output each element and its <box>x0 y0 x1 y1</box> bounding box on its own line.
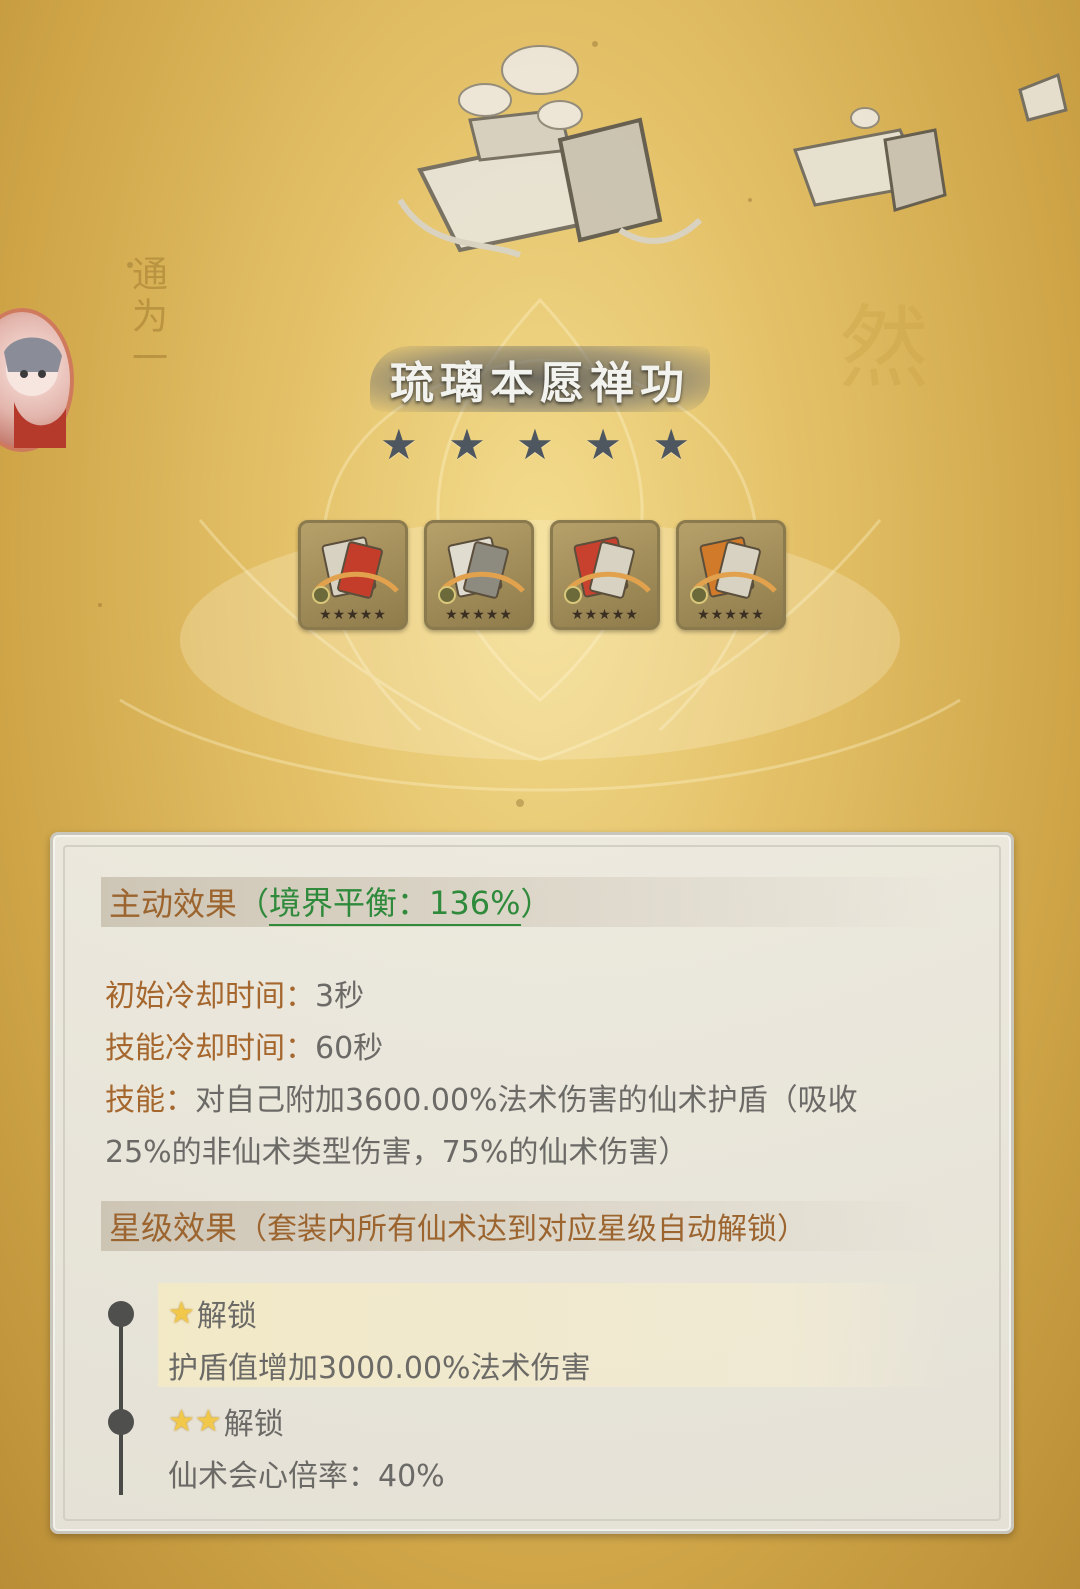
timeline-dot <box>108 1301 134 1327</box>
skill-star-rating: ★ ★ ★ ★ ★ <box>380 420 690 470</box>
realm-balance-link[interactable]: 境界平衡：136% <box>269 878 521 926</box>
artifact-illustration <box>397 45 703 258</box>
skill-desc-2: 25%的非仙术类型伤害，75%的仙术伤害） <box>105 1135 689 1170</box>
skill-desc-line-2: 25%的非仙术类型伤害，75%的仙术伤害） <box>105 1127 688 1171</box>
star-icon: ★ <box>584 420 622 469</box>
star-effect-header: 星级效果 （套装内所有仙术达到对应星级自动解锁） <box>101 1201 951 1251</box>
paren-close: ） <box>520 885 553 923</box>
skill-cooldown-label: 技能冷却时间： <box>105 1031 315 1066</box>
star-icon: ★ <box>380 420 418 469</box>
skill-cooldown-value: 60秒 <box>315 1031 384 1066</box>
scroll-item-icon <box>312 536 399 604</box>
skill-cooldown-line: 技能冷却时间：60秒 <box>105 1023 383 1067</box>
initial-cooldown-value: 3秒 <box>315 979 365 1014</box>
set-item-3[interactable]: ★★★★★ <box>550 520 660 630</box>
star-timeline <box>119 1305 123 1495</box>
bg-calligraphy-left: 通为一 <box>126 255 167 381</box>
skill-desc-1: 对自己附加3600.00%法术伤害的仙术护盾（吸收 <box>195 1083 858 1118</box>
item-stars: ★★★★★ <box>445 607 513 623</box>
character-avatar[interactable] <box>0 308 74 452</box>
skill-title-banner: 琉璃本愿禅功 <box>370 340 710 418</box>
skill-desc-line-1: 技能：对自己附加3600.00%法术伤害的仙术护盾（吸收 <box>105 1075 858 1119</box>
item-stars: ★★★★★ <box>571 607 639 623</box>
paren-open: （ <box>237 885 270 923</box>
tier-1-header: ★ 解锁 <box>168 1291 938 1335</box>
scroll-item-icon <box>438 536 525 604</box>
star-icon: ★ <box>448 420 486 469</box>
gold-star-icon: ★ <box>168 1295 195 1331</box>
star-tier-1: ★ 解锁 护盾值增加3000.00%法术伤害 <box>158 1283 948 1387</box>
scroll-item-icon <box>690 536 777 604</box>
initial-cooldown-line: 初始冷却时间：3秒 <box>105 971 364 1015</box>
set-item-4[interactable]: ★★★★★ <box>676 520 786 630</box>
timeline-dot <box>108 1409 134 1435</box>
item-stars: ★★★★★ <box>319 607 387 623</box>
tier-1-unlock-label: 解锁 <box>196 1299 257 1334</box>
skill-info-panel[interactable]: 主动效果 （ 境界平衡：136% ） 初始冷却时间：3秒 技能冷却时间：60秒 … <box>50 832 1014 1534</box>
scroll-item-icon <box>564 536 651 604</box>
item-stars: ★★★★★ <box>697 607 765 623</box>
tier-2-header: ★★ 解锁 <box>168 1399 938 1443</box>
star-tier-2: ★★ 解锁 仙术会心倍率：40% <box>158 1391 948 1495</box>
bg-calligraphy-right: 然 <box>823 300 928 396</box>
set-item-2[interactable]: ★★★★★ <box>424 520 534 630</box>
star-effect-title: 星级效果 <box>109 1209 238 1247</box>
skill-label: 技能： <box>105 1083 195 1118</box>
tier-2-unlock-label: 解锁 <box>223 1407 284 1442</box>
gold-star-icon: ★★ <box>168 1403 222 1439</box>
tier-2-effect: 仙术会心倍率：40% <box>168 1459 445 1494</box>
star-effect-subtitle: （套装内所有仙术达到对应星级自动解锁） <box>237 1212 808 1247</box>
star-icon: ★ <box>652 420 690 469</box>
star-icon: ★ <box>516 420 554 469</box>
active-effect-title: 主动效果 <box>109 885 238 923</box>
set-items: ★★★★★ ★★★★★ ★★★★★ ★★★★★ <box>298 520 786 630</box>
tier-1-effect: 护盾值增加3000.00%法术伤害 <box>168 1351 591 1386</box>
set-item-1[interactable]: ★★★★★ <box>298 520 408 630</box>
initial-cooldown-label: 初始冷却时间： <box>105 979 315 1014</box>
skill-title: 琉璃本愿禅功 <box>390 358 690 409</box>
active-effect-header: 主动效果 （ 境界平衡：136% ） <box>101 877 951 927</box>
